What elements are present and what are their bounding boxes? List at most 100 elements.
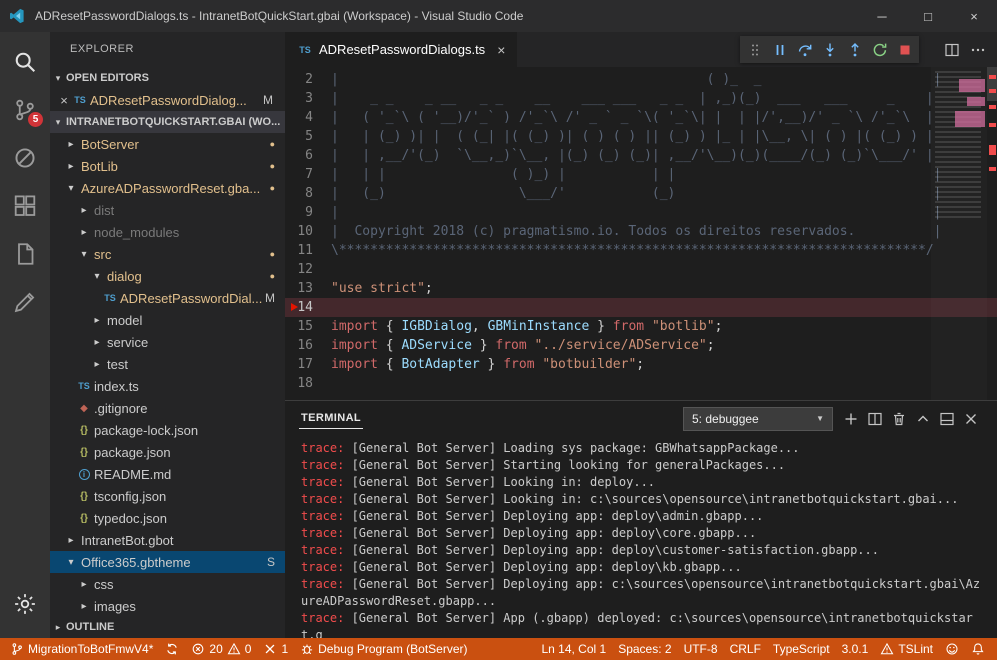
status-version[interactable]: 3.0.1 <box>836 638 875 660</box>
tree-item-office365-gbtheme[interactable]: ▾Office365.gbthemeS <box>50 551 285 573</box>
tree-item-label: tsconfig.json <box>94 489 166 504</box>
close-icon[interactable]: × <box>56 93 72 108</box>
status-language-mode[interactable]: TypeScript <box>767 638 836 660</box>
tree-item-index-ts[interactable]: TSindex.ts <box>50 375 285 397</box>
pause-button[interactable] <box>767 37 792 62</box>
tab-adresetpassworddialogs[interactable]: TS ADResetPasswordDialogs.ts × <box>285 32 517 67</box>
code-line-4[interactable]: 4 | ( '_`\ ( '__)/'_` ) /'_`\ /' _ ` _ `… <box>285 108 997 127</box>
activity-source-control[interactable]: 5 <box>0 86 50 134</box>
tree-item-intranetbot-gbot[interactable]: ▸IntranetBot.gbot <box>50 529 285 551</box>
activity-settings[interactable] <box>0 580 50 628</box>
code-line-3[interactable]: 3 | _ _ _ __ _ _ __ ___ ___ _ _ | ,_)(_)… <box>285 89 997 108</box>
activity-edit[interactable] <box>0 278 50 326</box>
code-line-18[interactable]: 18 <box>285 374 997 393</box>
drag-handle-button[interactable] <box>742 37 767 62</box>
code-line-9[interactable]: 9 | | <box>285 203 997 222</box>
tree-item-adresetpassworddial[interactable]: TSADResetPasswordDial...M <box>50 287 285 309</box>
tree-item-node-modules[interactable]: ▸node_modules <box>50 221 285 243</box>
code-line-14[interactable]: 14 <box>285 298 997 317</box>
tree-item-gitignore[interactable]: ◆.gitignore <box>50 397 285 419</box>
outline-header[interactable]: ▸ OUTLINE <box>50 616 285 638</box>
tree-item-package-lock-json[interactable]: {}package-lock.json <box>50 419 285 441</box>
restart-button[interactable] <box>867 37 892 62</box>
status-git-branch[interactable]: MigrationToBotFmwV4* <box>4 638 159 660</box>
open-editors-header[interactable]: ▾ OPEN EDITORS <box>50 67 285 89</box>
tree-item-service[interactable]: ▸service <box>50 331 285 353</box>
code-line-2[interactable]: 2 | ( )_ _ | <box>285 70 997 89</box>
activity-documents[interactable] <box>0 230 50 278</box>
tree-item-botlib[interactable]: ▸BotLib● <box>50 155 285 177</box>
status-problems[interactable]: 200 <box>185 638 257 660</box>
tree-item-images[interactable]: ▸images <box>50 595 285 616</box>
new-terminal-button[interactable] <box>839 407 863 431</box>
close-panel-button[interactable] <box>959 407 983 431</box>
code-line-5[interactable]: 5 | | (_) )| | ( (_| |( (_) )| ( ) ( ) |… <box>285 127 997 146</box>
maximize-button[interactable]: □ <box>905 0 951 32</box>
status-notifications[interactable] <box>965 638 991 660</box>
code-line-15[interactable]: 15 import { IGBDialog, GBMinInstance } f… <box>285 317 997 336</box>
code-line-7[interactable]: 7 | | | ( )_) | | | | <box>285 165 997 184</box>
status-eol[interactable]: CRLF <box>724 638 767 660</box>
tree-item-package-json[interactable]: {}package.json <box>50 441 285 463</box>
code-editor[interactable]: 2 | ( )_ _ | 3 | _ _ _ __ _ _ __ ___ ___… <box>285 67 997 400</box>
more-actions-button[interactable] <box>967 39 989 61</box>
tree-item-dialog[interactable]: ▾dialog● <box>50 265 285 287</box>
terminal-output[interactable]: trace: [General Bot Server] Loading sys … <box>285 436 997 638</box>
code-line-12[interactable]: 12 <box>285 260 997 279</box>
kill-terminal-button[interactable] <box>887 407 911 431</box>
code-line-8[interactable]: 8 | (_) \___/' (_) | <box>285 184 997 203</box>
scrollbar[interactable] <box>987 67 997 400</box>
open-editor-item-adresetpassworddialog[interactable]: × TS ADResetPasswordDialog... M <box>50 89 285 111</box>
code-line-13[interactable]: 13 "use strict"; <box>285 279 997 298</box>
split-editor-button[interactable] <box>941 39 963 61</box>
code-line-6[interactable]: 6 | | ,__/'(_) `\__,_)`\__, |(_) (_) (_)… <box>285 146 997 165</box>
line-number: 10 <box>285 222 331 241</box>
activity-debug[interactable] <box>0 134 50 182</box>
close-tab-icon[interactable]: × <box>497 42 505 58</box>
tree-item-tsconfig-json[interactable]: {}tsconfig.json <box>50 485 285 507</box>
status-cursor-position[interactable]: Ln 14, Col 1 <box>535 638 612 660</box>
status-debug-program[interactable]: Debug Program (BotServer) <box>294 638 473 660</box>
workspace-header[interactable]: ▾ INTRANETBOTQUICKSTART.GBAI (WO... <box>50 111 285 133</box>
minimize-icon: ─ <box>877 9 886 24</box>
terminal-tab[interactable]: TERMINAL <box>299 408 363 429</box>
ruler-mark <box>989 75 996 79</box>
status-build-status[interactable]: 1 <box>257 638 294 660</box>
status-problems-label: 20 <box>209 642 222 656</box>
tree-item-css[interactable]: ▸css <box>50 573 285 595</box>
terminal-selector[interactable]: 5: debuggee ▼ <box>683 407 833 431</box>
code-line-10[interactable]: 10 | Copyright 2018 (c) pragmatismo.io. … <box>285 222 997 241</box>
code-line-11[interactable]: 11 \************************************… <box>285 241 997 260</box>
step-out-button[interactable] <box>842 37 867 62</box>
minimize-button[interactable]: ─ <box>859 0 905 32</box>
status-encoding[interactable]: UTF-8 <box>678 638 724 660</box>
toggle-panel-position-button[interactable] <box>935 407 959 431</box>
activity-search[interactable] <box>0 38 50 86</box>
status-feedback[interactable] <box>939 638 965 660</box>
close-button[interactable]: × <box>951 0 997 32</box>
status-sync[interactable] <box>159 638 185 660</box>
code-line-17[interactable]: 17 import { BotAdapter } from "botbuilde… <box>285 355 997 374</box>
tree-item-typedoc-json[interactable]: {}typedoc.json <box>50 507 285 529</box>
tree-item-model[interactable]: ▸model <box>50 309 285 331</box>
split-terminal-button[interactable] <box>863 407 887 431</box>
scrollbar-slider[interactable] <box>987 67 997 101</box>
tree-item-azureadpasswordreset-gba[interactable]: ▾AzureADPasswordReset.gba...● <box>50 177 285 199</box>
main-area: 5 EXPLORER ▾ OPEN EDITORS × TS ADResetPa… <box>0 32 997 638</box>
editor-area: TS ADResetPasswordDialogs.ts × 2 | ( )_ … <box>285 32 997 638</box>
tree-item-botserver[interactable]: ▸BotServer● <box>50 133 285 155</box>
status-tslint-status[interactable]: TSLint <box>874 638 939 660</box>
tree-item-src[interactable]: ▾src● <box>50 243 285 265</box>
step-over-button[interactable] <box>792 37 817 62</box>
tree-item-test[interactable]: ▸test <box>50 353 285 375</box>
tree-item-readme-md[interactable]: iREADME.md <box>50 463 285 485</box>
maximize-panel-button[interactable] <box>911 407 935 431</box>
code-line-16[interactable]: 16 import { ADService } from "../service… <box>285 336 997 355</box>
minimap[interactable] <box>931 67 987 400</box>
step-into-button[interactable] <box>817 37 842 62</box>
stop-button[interactable] <box>892 37 917 62</box>
status-indentation[interactable]: Spaces: 2 <box>612 638 677 660</box>
tree-item-dist[interactable]: ▸dist <box>50 199 285 221</box>
activity-extensions[interactable] <box>0 182 50 230</box>
ruler-mark <box>989 89 996 93</box>
